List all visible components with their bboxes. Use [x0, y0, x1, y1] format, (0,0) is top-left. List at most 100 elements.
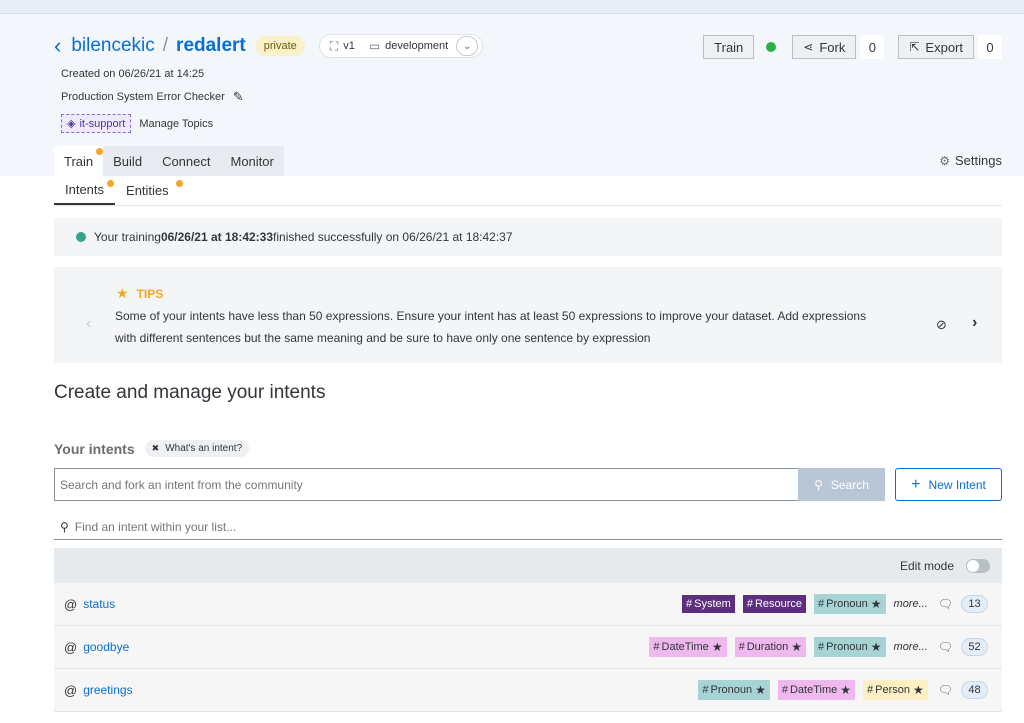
chevron-down-icon[interactable]: ⌄	[456, 36, 479, 56]
entity-tag-pronoun[interactable]: # Pronoun ★	[814, 637, 886, 657]
whats-an-intent-chip[interactable]: ✖ What's an intent?	[144, 440, 250, 457]
tag-icon: ◈	[67, 118, 76, 130]
settings-link[interactable]: ⚙ Settings	[939, 153, 1002, 168]
star-icon: ★	[116, 285, 129, 301]
intent-row[interactable]: @ status # System # Resource # Pronoun ★ more... 🗨…	[54, 583, 1002, 626]
training-status-banner: Your training 06/26/21 at 18:42:33 finis…	[54, 218, 1002, 256]
train-status-dot	[766, 42, 777, 52]
more-entities-link[interactable]: more...	[894, 598, 928, 610]
training-prefix: Your training	[94, 230, 161, 244]
find-intent-row: ⚲	[54, 514, 1002, 540]
version-tag-icon: ⛶	[329, 38, 339, 53]
train-button[interactable]: Train	[703, 35, 755, 59]
visibility-badge: private	[255, 36, 305, 56]
star-icon: ★	[870, 597, 882, 611]
manage-topics-link[interactable]: Manage Topics	[139, 118, 213, 130]
your-intents-header: Your intents ✖ What's an intent?	[54, 440, 250, 457]
at-icon: @	[64, 596, 78, 612]
star-icon: ★	[791, 640, 803, 654]
star-icon: ★	[840, 683, 852, 697]
notification-dot	[96, 148, 103, 155]
star-icon: ★	[711, 640, 723, 654]
your-intents-label: Your intents	[54, 440, 135, 457]
intent-name[interactable]: status	[83, 597, 674, 611]
entity-tag-datetime[interactable]: # DateTime ★	[649, 637, 727, 657]
community-search-row: ⚲ Search + New Intent	[54, 468, 1002, 501]
intent-row[interactable]: @ goodbye # DateTime ★ # Duration ★ # Pronoun ★ mor…	[54, 626, 1002, 669]
plus-icon: +	[911, 475, 921, 493]
hide-eye-icon[interactable]: ⊘	[936, 317, 947, 333]
browser-strip	[0, 0, 1024, 14]
fork-count: 0	[860, 35, 885, 59]
back-chevron-icon[interactable]: ‹	[54, 35, 61, 57]
breadcrumb-separator: /	[162, 35, 169, 56]
chevron-left-icon[interactable]: ‹	[86, 315, 91, 333]
entity-tag-pronoun[interactable]: # Pronoun ★	[698, 680, 770, 700]
more-entities-link[interactable]: more...	[894, 641, 928, 653]
intent-row[interactable]: @greetings#Pronoun★#DateTime★#Person★mor…	[54, 669, 1002, 712]
subtab-intents[interactable]: Intents	[54, 176, 116, 205]
tab-monitor[interactable]: Monitor	[220, 146, 284, 176]
fork-button[interactable]: ⋖ Fork	[792, 35, 857, 59]
tips-title: ★ TIPS	[116, 285, 164, 301]
entity-tag-system[interactable]: # System	[682, 595, 735, 613]
repo-name[interactable]: redalert	[176, 35, 246, 57]
hash-icon: #	[867, 684, 874, 696]
new-intent-button[interactable]: + New Intent	[895, 468, 1002, 501]
entity-tag-pronoun[interactable]: # Pronoun ★	[814, 594, 886, 614]
training-start: 06/26/21 at 18:42:33	[160, 230, 274, 244]
environment-label: development	[385, 40, 449, 52]
expression-count: 13	[961, 595, 988, 613]
subtab-entities[interactable]: Entities	[115, 176, 184, 205]
entity-tag-datetime[interactable]: # DateTime ★	[777, 680, 856, 700]
hash-icon: #	[653, 641, 660, 653]
at-icon: @	[64, 639, 78, 655]
monitor-icon: ▭	[368, 39, 381, 53]
created-date: Created on 06/26/21 at 14:25	[61, 68, 205, 80]
entity-tag-duration[interactable]: # Duration ★	[734, 637, 807, 657]
hash-icon: #	[746, 598, 753, 610]
star-icon: ★	[755, 683, 766, 697]
star-icon: ★	[870, 640, 882, 654]
topic-tag[interactable]: ◈ it-support	[61, 114, 132, 133]
topics-row: ◈ it-support Manage Topics	[61, 114, 213, 133]
export-button[interactable]: ⇱ Export	[898, 35, 974, 59]
intent-name[interactable]: goodbye	[83, 640, 641, 654]
tab-train[interactable]: Train	[54, 146, 104, 176]
sub-tabs: Intents Entities	[54, 176, 1002, 206]
version-label: v1	[343, 40, 355, 52]
repo-description: Production System Error Checker	[61, 91, 225, 103]
search-button[interactable]: ⚲ Search	[798, 468, 885, 501]
export-icon: ⇱	[909, 40, 920, 54]
intent-list: Edit mode @ status # System # Resource # Pronou…	[54, 548, 1002, 712]
expression-count: 48	[961, 681, 988, 699]
tips-text: Some of your intents have less than 50 e…	[115, 309, 867, 345]
community-search-input[interactable]	[54, 468, 798, 501]
hash-icon: #	[686, 598, 693, 610]
entity-tag-person[interactable]: # Person ★	[863, 680, 928, 700]
tab-connect[interactable]: Connect	[152, 146, 221, 176]
training-suffix: finished successfully on 06/26/21 at 18:…	[273, 230, 513, 244]
version-selector[interactable]: ⛶ v1 ▭ development ⌄	[318, 34, 484, 58]
pencil-icon[interactable]: ✎	[233, 89, 244, 105]
at-icon: @	[64, 682, 78, 698]
notification-dot	[176, 180, 184, 187]
success-dot	[76, 232, 86, 242]
main-tabs: Train Build Connect Monitor	[54, 146, 284, 176]
expressions-icon: 🗨	[937, 597, 953, 611]
entity-tag-resource[interactable]: # Resource	[742, 595, 807, 613]
edit-mode-toggle[interactable]	[966, 558, 990, 573]
export-count: 0	[978, 35, 1002, 59]
hash-icon: #	[702, 684, 709, 696]
hash-icon: #	[818, 598, 825, 610]
chevron-right-icon[interactable]: ›	[972, 314, 977, 332]
tab-build[interactable]: Build	[103, 146, 153, 176]
info-icon: ✖	[151, 443, 160, 453]
star-icon: ★	[913, 683, 924, 697]
expressions-icon: 🗨	[937, 640, 953, 654]
list-header: Edit mode	[54, 548, 1002, 583]
intent-name[interactable]: greetings	[83, 683, 690, 697]
owner-link[interactable]: bilencekic	[71, 35, 154, 57]
search-icon: ⚲	[814, 477, 823, 492]
find-intent-input[interactable]	[74, 519, 875, 534]
